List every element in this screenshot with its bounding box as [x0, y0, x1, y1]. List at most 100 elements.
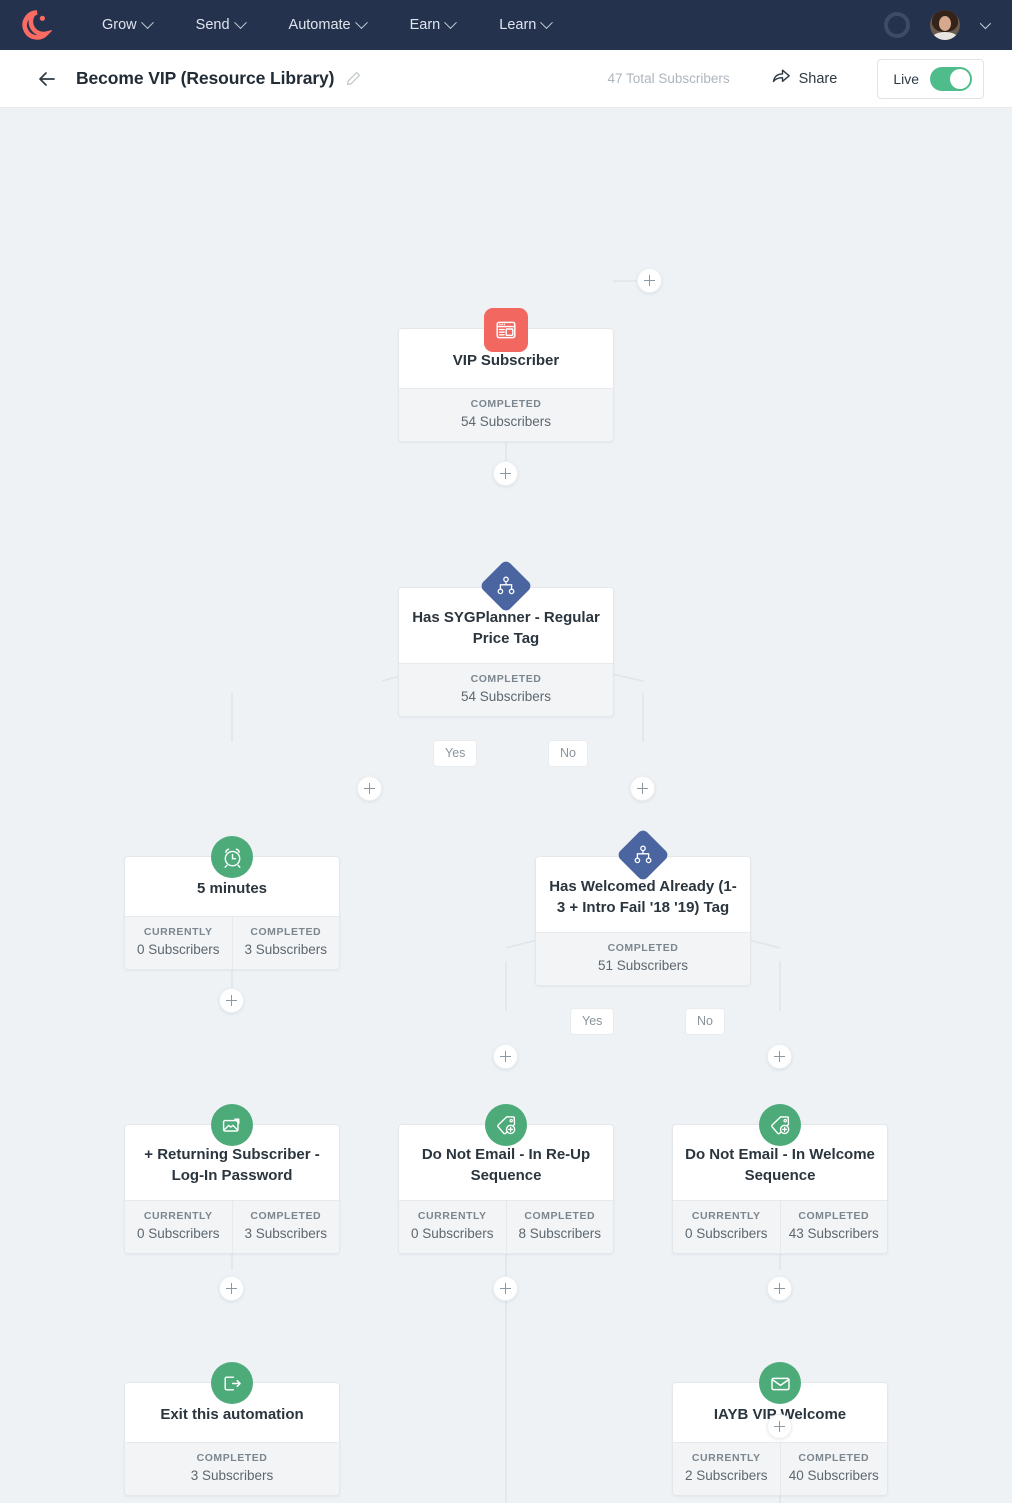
condition-branch-icon	[479, 559, 533, 613]
stat-label: CURRENTLY	[143, 925, 213, 938]
add-step-button-five-minutes[interactable]	[219, 988, 244, 1013]
stat-completed: COMPLETED 54 Subscribers	[399, 664, 613, 716]
stat-value: 0 Subscribers	[136, 941, 220, 957]
top-navigation-bar: Grow Send Automate Earn Learn	[0, 0, 1012, 50]
stat-value: 0 Subscribers	[410, 1226, 494, 1242]
add-step-button-sygplanner-yes[interactable]	[357, 776, 382, 801]
stat-value: 54 Subscribers	[460, 413, 552, 429]
chevron-down-icon	[354, 15, 368, 29]
stat-value: 0 Subscribers	[684, 1226, 768, 1242]
main-menu: Grow Send Automate Earn Learn	[80, 11, 573, 39]
convertkit-logo-icon[interactable]	[22, 10, 52, 40]
stat-label: COMPLETED	[470, 673, 542, 686]
branch-label-welcomed-yes[interactable]: Yes	[570, 1008, 615, 1035]
live-toggle[interactable]: Live	[877, 58, 984, 99]
stat-label: COMPLETED	[607, 942, 679, 955]
avatar-body	[933, 32, 957, 40]
add-step-button-sygplanner-no[interactable]	[630, 776, 655, 801]
stat-label: COMPLETED	[798, 1451, 870, 1464]
form-landing-page-icon	[484, 308, 528, 352]
nav-item-label: Grow	[102, 17, 137, 33]
nav-item-earn[interactable]: Earn	[388, 11, 478, 39]
node-stats: COMPLETED 54 Subscribers	[399, 387, 613, 441]
chevron-down-icon	[540, 15, 554, 29]
node-stats: CURRENTLY 0 Subscribers COMPLETED 8 Subs…	[399, 1200, 614, 1254]
stat-value: 43 Subscribers	[788, 1226, 879, 1242]
nav-item-label: Learn	[499, 17, 537, 33]
node-badge-exit-automation	[211, 1362, 253, 1404]
node-stats: CURRENTLY 0 Subscribers COMPLETED 3 Subs…	[125, 915, 340, 969]
stat-value: 3 Subscribers	[244, 1226, 328, 1242]
branch-label-sygplanner-yes[interactable]: Yes	[433, 740, 478, 767]
page-title: Become VIP (Resource Library)	[76, 68, 335, 88]
progress-ring-icon[interactable]	[884, 12, 910, 38]
stat-completed: COMPLETED 3 Subscribers	[231, 916, 340, 969]
stat-label: CURRENTLY	[691, 1210, 761, 1223]
stat-completed: COMPLETED 3 Subscribers	[125, 1443, 339, 1495]
nav-item-automate[interactable]: Automate	[267, 11, 388, 39]
alarm-clock-icon	[211, 836, 253, 878]
add-step-button-welcomed-no[interactable]	[767, 1044, 792, 1069]
node-badge-do-not-email-re-up	[485, 1104, 527, 1146]
node-stats: COMPLETED 3 Subscribers	[125, 1441, 339, 1495]
branch-label-sygplanner-no[interactable]: No	[548, 740, 588, 767]
branch-label-welcomed-no[interactable]: No	[685, 1008, 725, 1035]
stat-value: 8 Subscribers	[518, 1226, 602, 1242]
stat-currently: CURRENTLY 0 Subscribers	[125, 917, 232, 969]
nav-item-send[interactable]: Send	[174, 11, 267, 39]
stat-label: CURRENTLY	[143, 1210, 213, 1223]
node-badge-vip-subscriber	[484, 308, 528, 352]
stat-completed: COMPLETED 8 Subscribers	[505, 1201, 614, 1254]
back-arrow-icon[interactable]	[36, 68, 58, 90]
add-step-button-do-not-email-re-up[interactable]	[493, 1276, 518, 1301]
exit-automation-icon	[211, 1362, 253, 1404]
toggle-knob	[950, 68, 970, 89]
stat-label: COMPLETED	[250, 1210, 322, 1223]
add-step-button-iayb-vip-welcome[interactable]	[767, 1414, 792, 1439]
stat-value: 54 Subscribers	[460, 689, 552, 705]
stat-value: 40 Subscribers	[788, 1467, 879, 1483]
stat-value: 0 Subscribers	[136, 1226, 220, 1242]
chevron-down-icon	[444, 15, 458, 29]
add-step-button-vip-below[interactable]	[493, 461, 518, 486]
stat-value: 51 Subscribers	[597, 958, 689, 974]
stat-value: 2 Subscribers	[684, 1467, 768, 1483]
stat-label: COMPLETED	[196, 1451, 268, 1464]
nav-item-label: Earn	[409, 17, 441, 33]
stat-completed: COMPLETED 54 Subscribers	[399, 389, 613, 441]
stat-label: CURRENTLY	[417, 1210, 487, 1223]
stat-currently: CURRENTLY 0 Subscribers	[399, 1201, 506, 1253]
stat-currently: CURRENTLY 0 Subscribers	[125, 1201, 232, 1253]
add-tag-icon	[759, 1104, 801, 1146]
node-stats: CURRENTLY 0 Subscribers COMPLETED 3 Subs…	[125, 1200, 339, 1254]
nav-item-grow[interactable]: Grow	[80, 11, 174, 39]
node-badge-has-welcomed	[616, 828, 670, 882]
live-toggle-switch[interactable]	[930, 66, 972, 91]
nav-item-learn[interactable]: Learn	[477, 11, 573, 39]
chevron-down-icon	[140, 15, 154, 29]
stat-currently: CURRENTLY 2 Subscribers	[673, 1443, 780, 1495]
stat-label: COMPLETED	[798, 1210, 870, 1223]
stat-completed: COMPLETED 43 Subscribers	[779, 1201, 888, 1254]
add-step-button-vip-right[interactable]	[637, 268, 662, 293]
automation-canvas[interactable]: VIP Subscriber COMPLETED 54 Subscribers …	[0, 108, 1012, 1503]
account-chevron-down-icon[interactable]	[979, 17, 992, 30]
add-step-button-returning-subscriber[interactable]	[219, 1276, 244, 1301]
node-badge-has-sygplanner	[479, 559, 533, 613]
add-step-button-welcomed-yes[interactable]	[493, 1044, 518, 1069]
stat-label: COMPLETED	[250, 925, 322, 938]
add-step-button-do-not-email-welcome[interactable]	[767, 1276, 792, 1301]
page-subheader: Become VIP (Resource Library) 47 Total S…	[0, 50, 1012, 108]
stat-value: 3 Subscribers	[244, 941, 328, 957]
nav-item-label: Automate	[288, 17, 351, 33]
stat-label: COMPLETED	[470, 397, 542, 410]
add-tag-icon	[485, 1104, 527, 1146]
node-badge-do-not-email-welcome	[759, 1104, 801, 1146]
avatar[interactable]	[930, 10, 960, 40]
nav-right-controls	[884, 10, 994, 40]
pencil-edit-icon[interactable]	[346, 71, 361, 86]
share-arrow-icon	[772, 68, 791, 89]
email-tag-icon	[211, 1104, 253, 1146]
share-button[interactable]: Share	[772, 68, 837, 89]
node-badge-returning-subscriber	[211, 1104, 253, 1146]
